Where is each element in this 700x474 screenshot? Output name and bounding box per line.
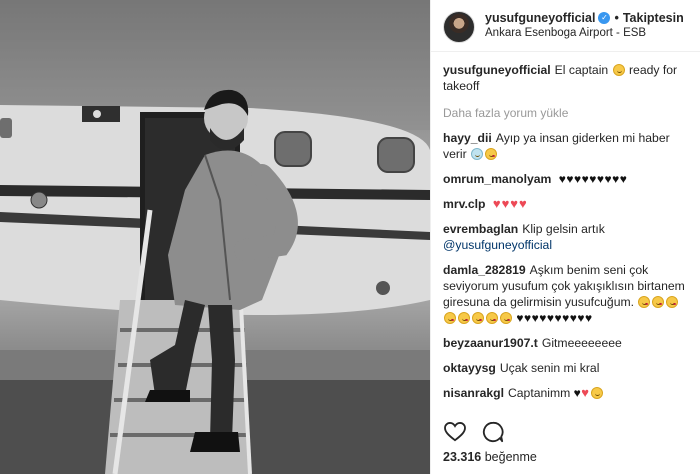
load-more-comments-button[interactable]: Daha fazla yorum yükle <box>443 106 688 120</box>
action-bar <box>443 420 505 444</box>
red-hearts-emoji-icon: ♥♥♥♥ <box>492 196 528 211</box>
comment-text: Captanimm <box>507 386 571 400</box>
header-top-row: yusufguneyofficial ✓ • Takiptesin <box>485 10 684 26</box>
comment-username[interactable]: omrum_manolyam <box>443 172 551 186</box>
kiss-emoji-icon <box>458 312 470 324</box>
kiss-emoji-icon <box>485 148 498 160</box>
comment-text: Uçak senin mi kral <box>499 361 600 375</box>
comment-text: Klip gelsin artık <box>522 222 605 236</box>
comment-username[interactable]: oktayysg <box>443 361 496 375</box>
black-hearts-emoji-icon: ♥♥♥♥♥♥♥♥♥♥ <box>516 311 593 325</box>
follow-status-button[interactable]: Takiptesin <box>623 10 684 26</box>
caption-text: El captain <box>554 63 609 77</box>
post-photo[interactable] <box>0 0 430 474</box>
kiss-emoji-icon <box>652 296 665 308</box>
comment-username[interactable]: mrv.clp <box>443 197 485 211</box>
likes-number: 23.316 <box>443 450 482 464</box>
comment-item: nisanrakgl Captanimm ♥♥ <box>443 385 688 401</box>
comment-username[interactable]: damla_282819 <box>443 263 526 277</box>
likes-count[interactable]: 23.316 beğenme <box>443 450 537 464</box>
separator-dot: • <box>614 11 619 25</box>
post-header: yusufguneyofficial ✓ • Takiptesin Ankara… <box>431 0 700 52</box>
author-username[interactable]: yusufguneyofficial <box>485 10 595 26</box>
comment-username[interactable]: hayy_dii <box>443 131 492 145</box>
comment-text: Gitmeeeeeeee <box>541 336 622 350</box>
comment-item: beyzaanur1907.t Gitmeeeeeeee <box>443 335 688 351</box>
comments-list: yusufguneyofficial El captain ready for t… <box>431 52 700 414</box>
avatar[interactable] <box>443 11 475 43</box>
kiss-emoji-icon <box>472 312 484 324</box>
black-hearts-emoji-icon: ♥♥♥♥♥♥♥♥♥ <box>558 172 628 186</box>
comment-item: mrv.clp ♥♥♥♥ <box>443 196 688 212</box>
kiss-emoji-icon <box>486 312 498 324</box>
comment-item: damla_282819 Aşkım benim seni çok seviyor… <box>443 262 688 326</box>
mention-link[interactable]: @yusufguneyofficial <box>443 238 552 252</box>
smiley-emoji-icon <box>612 64 625 76</box>
comment-item: evrembaglan Klip gelsin artık @yusufguney… <box>443 221 688 253</box>
photo-illustration <box>0 0 430 474</box>
likes-label: beğenme <box>484 450 537 464</box>
red-heart-emoji-icon: ♥ <box>581 385 591 400</box>
verified-badge-icon: ✓ <box>598 12 611 24</box>
comment-item: oktayysg Uçak senin mi kral <box>443 360 688 376</box>
kiss-emoji-icon <box>666 296 679 308</box>
comment-item: omrum_manolyam ♥♥♥♥♥♥♥♥♥ <box>443 171 688 187</box>
sunglasses-emoji-icon <box>591 387 604 399</box>
post-side-panel: yusufguneyofficial ✓ • Takiptesin Ankara… <box>430 0 700 474</box>
face-emoji-icon <box>471 148 484 160</box>
caption: yusufguneyofficial El captain ready for t… <box>443 62 688 94</box>
comment-username[interactable]: nisanrakgl <box>443 386 504 400</box>
kiss-emoji-icon <box>638 296 651 308</box>
kiss-emoji-icon <box>444 312 456 324</box>
kiss-emoji-icon <box>500 312 512 324</box>
comment-bubble-icon[interactable] <box>481 420 505 444</box>
location-link[interactable]: Ankara Esenboga Airport - ESB <box>485 27 684 39</box>
caption-username[interactable]: yusufguneyofficial <box>443 63 551 77</box>
header-text: yusufguneyofficial ✓ • Takiptesin Ankara… <box>485 10 684 39</box>
comment-username[interactable]: evrembaglan <box>443 222 518 236</box>
heart-outline-icon[interactable] <box>443 420 467 444</box>
comment-username[interactable]: beyzaanur1907.t <box>443 336 538 350</box>
comment-item: hayy_dii Ayıp ya insan giderken mi haber … <box>443 130 688 162</box>
